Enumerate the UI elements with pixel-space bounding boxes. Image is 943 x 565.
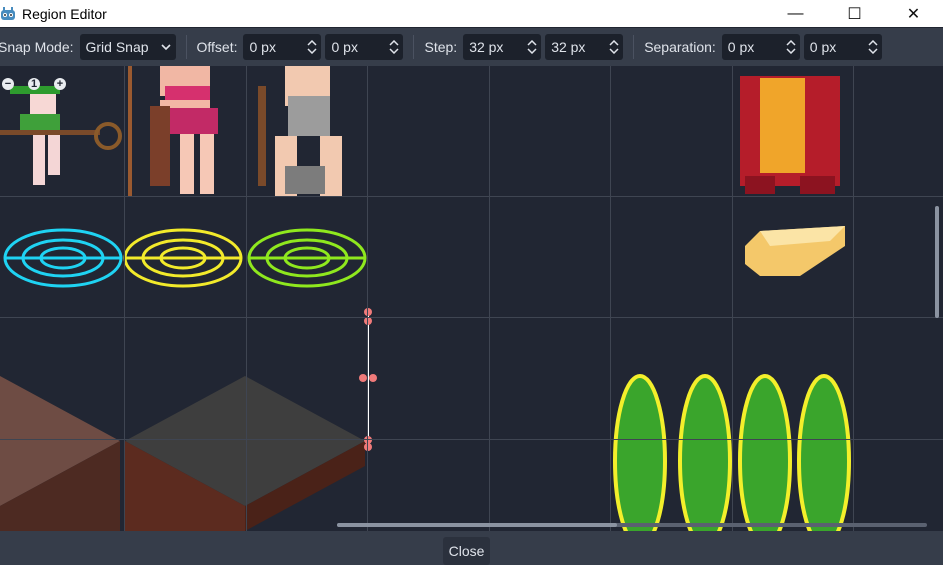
grid-line xyxy=(367,66,368,531)
godot-icon xyxy=(1,6,15,20)
region-selection[interactable] xyxy=(359,308,377,451)
separation-x-value: 0 px xyxy=(727,39,755,55)
dialog-footer: Close xyxy=(0,531,943,565)
spin-arrows-icon[interactable] xyxy=(307,40,318,54)
sprite-sheet xyxy=(0,66,851,531)
spin-arrows-icon[interactable] xyxy=(389,40,400,54)
offset-y-value: 0 px xyxy=(331,39,358,55)
region-toolbar: Snap Mode: Grid Snap Offset: 0 px 0 px S… xyxy=(0,28,943,66)
chevron-down-icon xyxy=(160,44,171,51)
sprite-dancer-green xyxy=(0,86,122,185)
sprite-gold-bar xyxy=(745,226,845,276)
close-window-button[interactable]: ✕ xyxy=(884,0,943,27)
spin-arrows-icon[interactable] xyxy=(527,40,537,54)
sprite-warrior-axe xyxy=(258,66,342,196)
spin-arrows-icon[interactable] xyxy=(786,40,796,54)
snap-mode-label: Snap Mode: xyxy=(0,39,74,55)
toolbar-separator xyxy=(413,35,415,59)
close-button[interactable]: Close xyxy=(443,537,490,565)
grid-line xyxy=(732,66,733,531)
horizontal-scrollbar[interactable] xyxy=(337,523,927,527)
sprite-tile-dark xyxy=(125,376,365,531)
sprite-archer-pink xyxy=(128,66,218,196)
sprite-ring-lime xyxy=(247,228,367,288)
step-y-value: 32 px xyxy=(551,39,586,55)
maximize-button[interactable]: ☐ xyxy=(825,0,884,27)
grid-line xyxy=(0,317,943,318)
zoom-controls: − 1 + xyxy=(2,78,66,90)
spin-arrows-icon[interactable] xyxy=(868,40,878,54)
snap-mode-select[interactable]: Grid Snap xyxy=(79,34,176,60)
grid-line xyxy=(246,66,247,531)
separation-x-input[interactable]: 0 px xyxy=(721,34,800,60)
window-title: Region Editor xyxy=(22,5,107,22)
grid-line xyxy=(489,66,490,531)
step-x-value: 32 px xyxy=(469,39,504,55)
offset-y-input[interactable]: 0 px xyxy=(325,34,404,60)
separation-y-value: 0 px xyxy=(809,39,837,55)
grid-line xyxy=(124,66,125,531)
spin-arrows-icon[interactable] xyxy=(609,40,619,54)
close-icon: ✕ xyxy=(906,5,921,23)
grid-line xyxy=(0,196,943,197)
window-titlebar: Region Editor — ☐ ✕ xyxy=(0,0,943,27)
grid-line xyxy=(853,66,854,531)
sprite-ring-yellow xyxy=(123,228,243,288)
offset-label: Offset: xyxy=(196,39,238,55)
grid-line xyxy=(0,439,943,440)
separation-y-input[interactable]: 0 px xyxy=(803,34,882,60)
minimize-button[interactable]: — xyxy=(766,0,825,27)
zoom-reset-icon[interactable]: 1 xyxy=(28,78,40,90)
sprite-red-dragon xyxy=(740,76,840,194)
toolbar-separator xyxy=(185,35,187,59)
sprite-tile-brown xyxy=(0,376,120,531)
offset-x-input[interactable]: 0 px xyxy=(243,34,322,60)
maximize-icon: ☐ xyxy=(847,5,862,23)
sprite-ring-cyan xyxy=(3,228,123,288)
zoom-out-icon[interactable]: − xyxy=(2,78,14,90)
step-y-input[interactable]: 32 px xyxy=(545,34,624,60)
step-label: Step: xyxy=(424,39,458,55)
texture-canvas[interactable]: − 1 + xyxy=(0,66,943,531)
minimize-icon: — xyxy=(787,4,804,22)
separation-label: Separation: xyxy=(644,39,716,55)
zoom-in-icon[interactable]: + xyxy=(54,78,66,90)
offset-x-value: 0 px xyxy=(249,39,276,55)
step-x-input[interactable]: 32 px xyxy=(463,34,542,60)
snap-mode-value: Grid Snap xyxy=(85,39,149,55)
vertical-scrollbar[interactable] xyxy=(935,206,939,318)
toolbar-separator xyxy=(633,35,635,59)
grid-line xyxy=(610,66,611,531)
horizontal-scrollbar-thumb[interactable] xyxy=(337,523,617,527)
